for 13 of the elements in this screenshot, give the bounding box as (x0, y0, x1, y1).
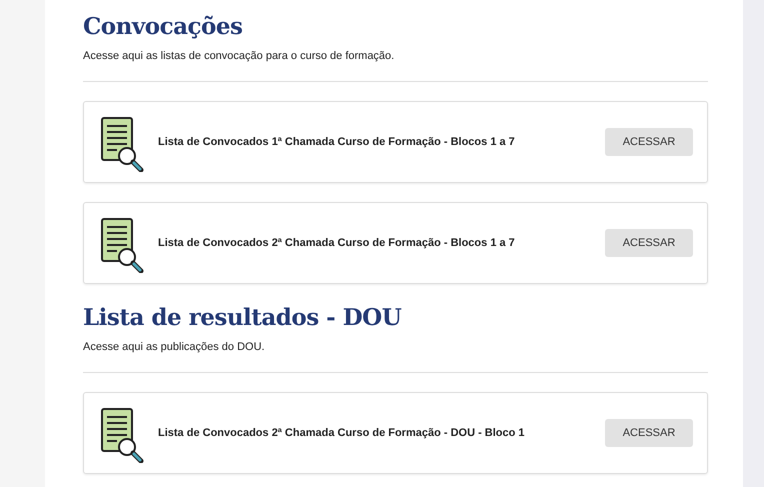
section-description: Acesse aqui as publicações do DOU. (83, 341, 266, 353)
list-title: Lista de Convocados 1ª Chamada Curso de Formação - Blocos 1 a 7 (158, 136, 516, 148)
section-title: Lista de resultados - DOU (83, 303, 402, 333)
document-search-icon (100, 116, 146, 172)
section-description: Acesse aqui as listas de convocação para o curso de formação. (83, 50, 396, 62)
list-title: Lista de Convocados 2ª Chamada Curso de Formação - Blocos 1 a 7 (158, 237, 516, 249)
list-title: Lista de Convocados 2ª Chamada Curso de Formação - DOU - Bloco 1 (158, 427, 526, 439)
access-button[interactable]: ACESSAR (605, 419, 693, 447)
document-search-icon (100, 407, 146, 463)
document-search-icon (100, 217, 146, 273)
access-button[interactable]: ACESSAR (605, 229, 693, 257)
access-button[interactable]: ACESSAR (605, 128, 693, 156)
section-title: Convocações (83, 12, 244, 42)
